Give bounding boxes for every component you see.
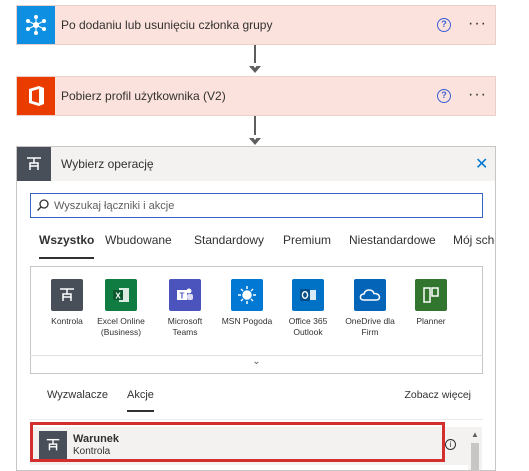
- control-icon: [17, 147, 51, 181]
- connector-msn-weather[interactable]: MSN Pogoda: [217, 279, 277, 327]
- scroll-up-icon[interactable]: ▲: [471, 430, 479, 439]
- trigger-card[interactable]: Po dodaniu lub usunięciu członka grupy ?…: [16, 5, 496, 45]
- action-card[interactable]: Pobierz profil użytkownika (V2) ? ···: [16, 76, 496, 116]
- connector-label: Excel Online (Business): [97, 316, 145, 337]
- connector-planner[interactable]: Planner: [401, 279, 461, 327]
- connector-kontrola[interactable]: Kontrola: [37, 279, 97, 327]
- info-icon[interactable]: i: [445, 439, 456, 450]
- trigger-card-title: Po dodaniu lub usunięciu członka grupy: [61, 18, 273, 32]
- excel-icon: X: [105, 279, 137, 311]
- search-input[interactable]: Wyszukaj łączniki i akcje: [30, 193, 483, 218]
- connector-label: OneDrive dla Firm: [345, 316, 395, 337]
- more-options-icon[interactable]: ···: [468, 86, 487, 104]
- more-options-icon[interactable]: ···: [468, 15, 487, 33]
- search-icon: [37, 199, 49, 211]
- tab-builtin[interactable]: Wbudowane: [105, 233, 172, 247]
- outlook-icon: [292, 279, 324, 311]
- group-membership-icon: [17, 6, 55, 44]
- tab-premium[interactable]: Premium: [283, 233, 331, 247]
- tab-all[interactable]: Wszystko: [39, 233, 95, 259]
- panel-header: Wybierz operację ✕: [17, 147, 495, 181]
- scroll-thumb[interactable]: [471, 443, 479, 470]
- help-icon[interactable]: ?: [437, 89, 451, 103]
- tab-standard[interactable]: Standardowy: [194, 233, 264, 247]
- highlight-box: [30, 422, 445, 462]
- help-icon[interactable]: ?: [437, 18, 451, 32]
- tab-triggers[interactable]: Wyzwalacze: [47, 389, 108, 401]
- tab-custom[interactable]: Niestandardowe: [349, 233, 436, 247]
- svg-text:X: X: [115, 292, 121, 301]
- connector-label: Microsoft Teams: [167, 316, 203, 337]
- connector-excel[interactable]: X Excel Online (Business): [91, 279, 151, 338]
- close-icon[interactable]: ✕: [475, 154, 488, 174]
- office365-icon: [17, 77, 55, 115]
- connector-label: Office 365 Outlook: [288, 316, 328, 337]
- search-placeholder: Wyszukaj łączniki i akcje: [54, 200, 175, 212]
- operation-subtabs: Wyzwalacze Akcje Zobacz więcej: [30, 374, 483, 420]
- see-more-link[interactable]: Zobacz więcej: [404, 389, 471, 401]
- results-scrollbar[interactable]: ▲: [468, 427, 482, 470]
- expand-connectors-button[interactable]: ⌄: [30, 355, 483, 375]
- planner-icon: [415, 279, 447, 311]
- connector-outlook[interactable]: Office 365 Outlook: [278, 279, 338, 338]
- svg-text:T: T: [180, 292, 185, 301]
- teams-icon: T: [169, 279, 201, 311]
- connector-label: MSN Pogoda: [221, 316, 273, 326]
- action-card-title: Pobierz profil użytkownika (V2): [61, 89, 226, 103]
- control-icon: [51, 279, 83, 311]
- connector-label: Planner: [416, 316, 446, 326]
- connector-teams[interactable]: T Microsoft Teams: [155, 279, 215, 338]
- connector-onedrive[interactable]: OneDrive dla Firm: [340, 279, 400, 338]
- connector-label: Kontrola: [51, 316, 83, 326]
- choose-operation-panel: Wybierz operację ✕ Wyszukaj łączniki i a…: [16, 146, 496, 471]
- onedrive-icon: [354, 279, 386, 311]
- arrow-down-icon: [249, 63, 261, 73]
- tab-my-clipboard[interactable]: Mój schowek: [453, 233, 495, 247]
- weather-icon: [231, 279, 263, 311]
- arrow-down-icon: [249, 135, 261, 145]
- tab-actions[interactable]: Akcje: [127, 389, 154, 412]
- panel-title: Wybierz operację: [61, 157, 154, 171]
